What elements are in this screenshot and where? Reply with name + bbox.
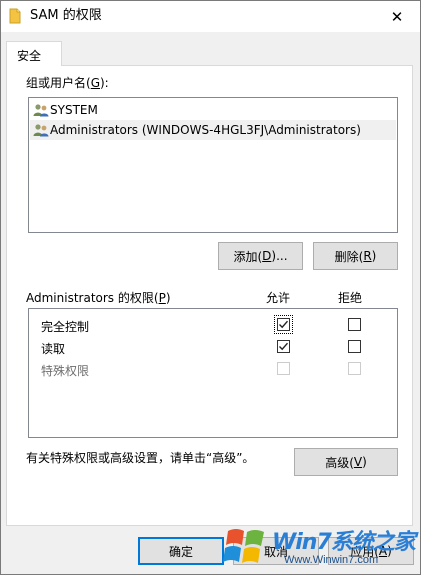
remove-button[interactable]: 删除(R)	[313, 242, 398, 270]
close-button[interactable]: ✕	[374, 1, 420, 32]
tab-security-label: 安全	[17, 49, 42, 63]
deny-checkbox[interactable]	[348, 340, 361, 353]
security-panel: 组或用户名(G): SYSTEM Administrators (WINDOWS…	[6, 65, 413, 526]
group-user-list[interactable]: SYSTEM Administrators (WINDOWS-4HGL3FJ\A…	[28, 97, 398, 233]
permissions-list: 完全控制 读取 特殊权限	[28, 308, 398, 438]
apply-button[interactable]: 应用(A)	[328, 537, 414, 565]
permission-name: 完全控制	[41, 320, 90, 334]
deny-column-header: 拒绝	[338, 291, 363, 305]
advanced-note: 有关特殊权限或高级设置，请单击“高级”。	[26, 451, 255, 465]
title-bar: SAM 的权限 ✕	[1, 1, 420, 32]
allow-checkbox[interactable]	[277, 340, 290, 353]
list-item-label: Administrators (WINDOWS-4HGL3FJ\Administ…	[50, 123, 361, 137]
user-group-icon	[33, 104, 49, 117]
allow-checkbox	[277, 362, 290, 375]
list-item-label: SYSTEM	[50, 103, 98, 117]
cancel-button[interactable]: 取消	[233, 537, 319, 565]
permissions-label: Administrators 的权限(P)	[26, 291, 171, 305]
ok-button[interactable]: 确定	[138, 537, 224, 565]
window-title: SAM 的权限	[30, 8, 102, 23]
allow-checkbox[interactable]	[274, 315, 293, 334]
document-icon	[9, 8, 21, 24]
permission-name: 特殊权限	[41, 364, 90, 378]
deny-checkbox[interactable]	[348, 318, 361, 331]
permission-name: 读取	[41, 342, 66, 356]
permissions-dialog: SAM 的权限 ✕ 安全 组或用户名(G): SYSTEM Administra…	[0, 0, 421, 575]
allow-column-header: 允许	[266, 291, 291, 305]
user-group-icon	[33, 124, 49, 137]
deny-checkbox	[348, 362, 361, 375]
permission-row-full-control: 完全控制	[29, 314, 397, 336]
close-icon: ✕	[390, 7, 404, 26]
group-user-label: 组或用户名(G):	[26, 76, 109, 90]
add-button[interactable]: 添加(D)...	[218, 242, 303, 270]
list-item-selected[interactable]: Administrators (WINDOWS-4HGL3FJ\Administ…	[30, 120, 396, 140]
permission-row-read: 读取	[29, 336, 397, 358]
permission-row-special: 特殊权限	[29, 358, 397, 380]
list-item[interactable]: SYSTEM	[30, 100, 396, 120]
tab-security[interactable]: 安全	[6, 41, 62, 66]
advanced-button[interactable]: 高级(V)	[294, 448, 398, 476]
